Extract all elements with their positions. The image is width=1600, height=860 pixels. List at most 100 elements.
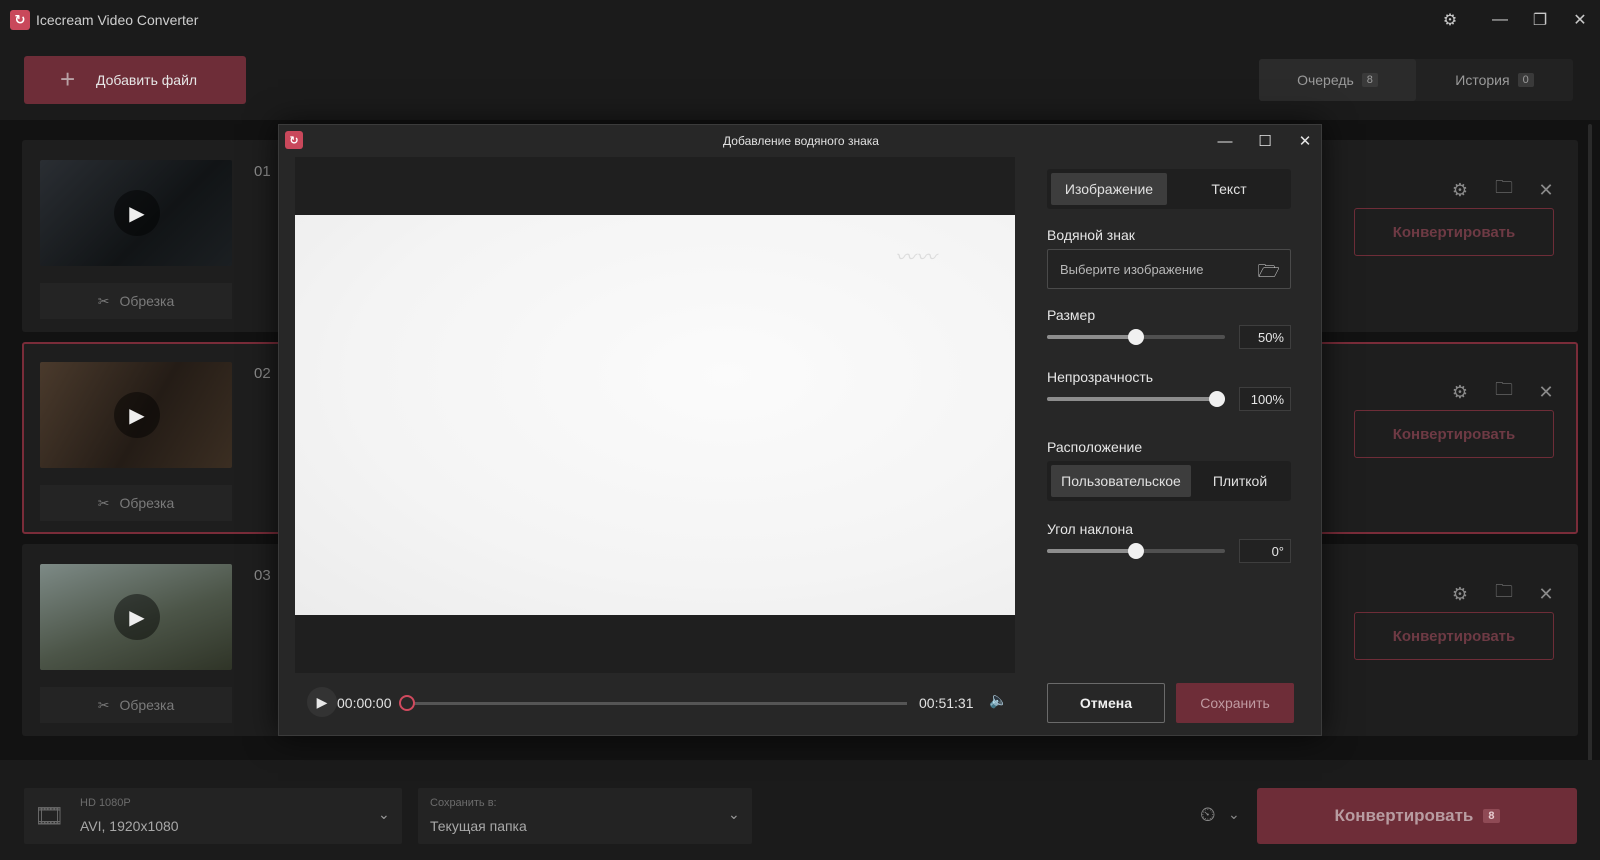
opacity-label: Непрозрачность bbox=[1047, 369, 1154, 385]
schedule-clock-icon[interactable]: ⏲ bbox=[1200, 804, 1216, 827]
watermark-label: Водяной знак bbox=[1047, 227, 1135, 243]
folder-icon[interactable]: 🗀 bbox=[1492, 379, 1516, 404]
angle-value[interactable]: 0° bbox=[1239, 539, 1291, 563]
position-label: Расположение bbox=[1047, 439, 1143, 455]
angle-slider[interactable] bbox=[1047, 543, 1225, 559]
history-count-badge: 0 bbox=[1517, 73, 1534, 87]
seek-handle[interactable] bbox=[399, 695, 415, 711]
dialog-title: Добавление водяного знака bbox=[723, 134, 879, 148]
convert-button[interactable]: Конвертировать bbox=[1354, 612, 1554, 660]
watermark-preview-mark[interactable]: 〰〰 bbox=[895, 241, 937, 270]
title-bar bbox=[0, 0, 1600, 40]
item-settings-icon[interactable]: ⚙ bbox=[1448, 178, 1472, 202]
video-preview[interactable]: 〰〰 bbox=[295, 157, 1015, 673]
close-icon[interactable]: ✕ bbox=[1564, 8, 1596, 32]
opacity-slider-handle[interactable] bbox=[1209, 391, 1225, 407]
trim-button[interactable]: ✂ Обрезка bbox=[40, 283, 232, 319]
angle-slider-fill bbox=[1047, 549, 1136, 553]
dialog-maximize-icon[interactable]: ☐ bbox=[1251, 129, 1279, 153]
play-icon[interactable]: ▶ bbox=[307, 687, 337, 717]
app-title: Icecream Video Converter bbox=[36, 12, 199, 28]
convert-all-count: 8 bbox=[1483, 809, 1500, 823]
convert-button[interactable]: Конвертировать bbox=[1354, 208, 1554, 256]
scissors-icon: ✂ bbox=[97, 696, 110, 713]
trim-label: Обрезка bbox=[119, 495, 175, 511]
volume-icon[interactable]: 🔈 bbox=[989, 691, 1008, 709]
folder-icon[interactable]: 🗀 bbox=[1492, 177, 1516, 202]
remove-icon[interactable]: ✕ bbox=[1534, 582, 1558, 606]
angle-label: Угол наклона bbox=[1047, 521, 1134, 537]
size-slider-fill bbox=[1047, 335, 1136, 339]
item-index: 02 bbox=[254, 365, 271, 382]
chevron-down-icon: ⌄ bbox=[728, 806, 740, 822]
list-scrollbar[interactable] bbox=[1588, 124, 1592, 764]
open-folder-icon[interactable]: 🗁 bbox=[1258, 259, 1280, 289]
size-slider-handle[interactable] bbox=[1128, 329, 1144, 345]
dialog-close-icon[interactable]: ✕ bbox=[1291, 129, 1319, 153]
position-custom[interactable]: Пользовательское bbox=[1051, 465, 1191, 497]
size-slider[interactable] bbox=[1047, 329, 1225, 345]
trim-button[interactable]: ✂ Обрезка bbox=[40, 485, 232, 521]
trim-label: Обрезка bbox=[119, 293, 175, 309]
save-button[interactable]: Сохранить bbox=[1176, 683, 1294, 723]
format-selector[interactable]: 🎞 HD 1080P AVI, 1920x1080 ⌄ bbox=[24, 788, 402, 844]
minimize-icon[interactable]: — bbox=[1484, 8, 1516, 32]
chevron-down-icon: ⌄ bbox=[378, 806, 390, 822]
video-thumbnail[interactable]: ▶ bbox=[40, 564, 232, 670]
view-tabs: Очередь 8 История 0 bbox=[1259, 59, 1573, 101]
opacity-slider[interactable] bbox=[1047, 391, 1225, 407]
film-icon: 🎞 bbox=[34, 803, 65, 830]
play-icon[interactable]: ▶ bbox=[114, 190, 160, 236]
position-tile[interactable]: Плиткой bbox=[1193, 465, 1287, 497]
queue-count-badge: 8 bbox=[1361, 73, 1378, 87]
add-file-label: Добавить файл bbox=[96, 72, 198, 88]
angle-slider-handle[interactable] bbox=[1128, 543, 1144, 559]
tab-history-label: История bbox=[1455, 72, 1510, 88]
opacity-slider-fill bbox=[1047, 397, 1225, 401]
video-thumbnail[interactable]: ▶ bbox=[40, 362, 232, 468]
convert-button[interactable]: Конвертировать bbox=[1354, 410, 1554, 458]
tab-queue[interactable]: Очередь 8 bbox=[1259, 59, 1416, 101]
size-label: Размер bbox=[1047, 307, 1096, 323]
app-logo-icon: ↻ bbox=[10, 10, 30, 30]
position-options: Пользовательское Плиткой bbox=[1047, 461, 1291, 501]
seek-bar[interactable] bbox=[407, 702, 907, 705]
trim-button[interactable]: ✂ Обрезка bbox=[40, 687, 232, 723]
video-frame: 〰〰 bbox=[295, 215, 1015, 615]
save-to-label: Сохранить в: bbox=[430, 797, 497, 809]
settings-gear-icon[interactable]: ⚙ bbox=[1434, 8, 1466, 32]
item-settings-icon[interactable]: ⚙ bbox=[1448, 582, 1472, 606]
size-value[interactable]: 50% bbox=[1239, 325, 1291, 349]
total-time: 00:51:31 bbox=[919, 695, 974, 711]
save-to-value: Текущая папка bbox=[430, 818, 527, 834]
plus-icon: + bbox=[60, 64, 76, 94]
format-value: AVI, 1920x1080 bbox=[80, 818, 179, 834]
item-index: 01 bbox=[254, 163, 271, 180]
play-icon[interactable]: ▶ bbox=[114, 594, 160, 640]
dialog-minimize-icon[interactable]: — bbox=[1211, 129, 1239, 153]
play-icon[interactable]: ▶ bbox=[114, 392, 160, 438]
watermark-placeholder: Выберите изображение bbox=[1060, 262, 1204, 277]
convert-all-button[interactable]: Конвертировать 8 bbox=[1257, 788, 1577, 844]
format-quality: HD 1080P bbox=[80, 797, 131, 809]
tab-history[interactable]: История 0 bbox=[1416, 59, 1573, 101]
tab-text[interactable]: Текст bbox=[1171, 173, 1287, 205]
item-settings-icon[interactable]: ⚙ bbox=[1448, 380, 1472, 404]
restore-icon[interactable]: ❐ bbox=[1524, 8, 1556, 32]
cancel-button[interactable]: Отмена bbox=[1047, 683, 1165, 723]
tab-image[interactable]: Изображение bbox=[1051, 173, 1167, 205]
convert-all-label: Конвертировать bbox=[1334, 806, 1474, 825]
scissors-icon: ✂ bbox=[97, 292, 110, 309]
watermark-image-picker[interactable]: Выберите изображение 🗁 bbox=[1047, 249, 1291, 289]
item-index: 03 bbox=[254, 567, 271, 584]
remove-icon[interactable]: ✕ bbox=[1534, 178, 1558, 202]
folder-icon[interactable]: 🗀 bbox=[1492, 581, 1516, 606]
opacity-value[interactable]: 100% bbox=[1239, 387, 1291, 411]
chevron-down-icon[interactable]: ⌄ bbox=[1228, 806, 1240, 823]
remove-icon[interactable]: ✕ bbox=[1534, 380, 1558, 404]
tab-queue-label: Очередь bbox=[1297, 72, 1354, 88]
add-file-button[interactable]: + Добавить файл bbox=[24, 56, 246, 104]
current-time: 00:00:00 bbox=[337, 695, 392, 711]
video-thumbnail[interactable]: ▶ bbox=[40, 160, 232, 266]
save-location-selector[interactable]: Сохранить в: Текущая папка ⌄ bbox=[418, 788, 752, 844]
